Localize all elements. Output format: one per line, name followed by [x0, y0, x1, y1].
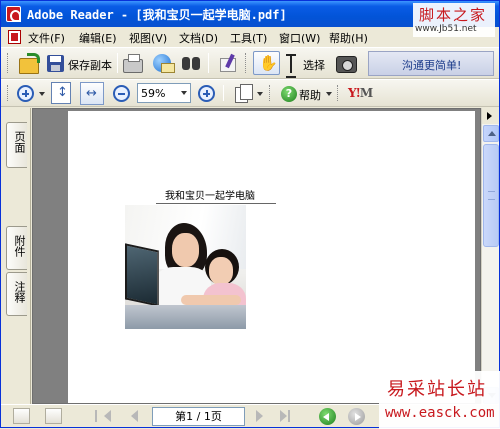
help-icon[interactable]: ? [281, 86, 297, 102]
navigation-pane: 页面 附件 注释 [1, 108, 31, 404]
menu-tools[interactable]: 工具(T) [230, 30, 267, 46]
toolbar-grip[interactable] [269, 85, 272, 101]
promo-banner[interactable]: 沟通更简单! [368, 51, 494, 76]
printer-icon[interactable] [123, 54, 143, 73]
last-page-icon[interactable] [280, 410, 290, 422]
zoom-value: 59% [141, 87, 166, 100]
watermark-bottom: 易采站长站 www.easck.com [379, 371, 500, 429]
tab-pages[interactable]: 页面 [6, 122, 27, 168]
text-select-icon[interactable] [285, 54, 297, 78]
tab-attachments[interactable]: 附件 [6, 226, 27, 270]
toolbar-grip[interactable] [337, 85, 340, 101]
floppy-disk-icon[interactable] [47, 55, 64, 72]
tab-comments[interactable]: 注释 [6, 272, 27, 316]
email-icon[interactable] [153, 54, 175, 73]
document-menu-icon[interactable] [8, 30, 21, 44]
menu-window[interactable]: 窗口(W) [279, 30, 320, 46]
watermark-top-url: www.Jb51.net [415, 24, 477, 34]
chevron-down-icon[interactable] [326, 92, 332, 96]
previous-page-icon[interactable] [131, 410, 138, 422]
mother-child-photo [125, 205, 246, 329]
first-page-icon[interactable] [95, 410, 111, 422]
hand-tool-icon[interactable] [253, 51, 280, 75]
zoom-out-icon[interactable] [113, 85, 130, 102]
chevron-down-icon[interactable] [178, 84, 190, 102]
zoom-in-tool-icon[interactable] [17, 85, 34, 102]
watermark-bottom-text: 易采站长站 [387, 379, 487, 400]
watermark-bottom-url: www.easck.com [385, 405, 495, 421]
binoculars-icon[interactable] [181, 55, 201, 71]
go-back-icon[interactable] [319, 408, 336, 425]
zoom-level-field[interactable]: 59% [137, 83, 191, 103]
window-title: Adobe Reader - [我和宝贝一起学电脑.pdf] [27, 8, 287, 22]
tab-pages-label: 页面 [13, 131, 26, 153]
zoom-in-icon[interactable] [198, 85, 215, 102]
scroll-up-icon[interactable] [483, 125, 499, 142]
menu-help[interactable]: 帮助(H) [329, 30, 368, 46]
page-layout-icon[interactable] [235, 84, 253, 104]
promo-label: 沟通更简单! [402, 59, 462, 72]
yahoo-messenger-icon[interactable]: Y!M [348, 86, 382, 104]
toolbar-grip[interactable] [245, 53, 248, 73]
heading-rule [156, 203, 276, 204]
file-toolbar: 保存副本 选择 沟通更简单! [1, 47, 499, 79]
watermark-top: 脚本之家 www.Jb51.net [413, 3, 495, 37]
document-viewport[interactable]: 我和宝贝一起学电脑 [32, 108, 481, 404]
vertical-scrollbar[interactable] [481, 108, 499, 404]
page-number-field[interactable]: 第1 / 1页 [152, 407, 245, 426]
view-toolbar: 59% ? 帮助 Y!M [1, 79, 499, 107]
toolbar-grip[interactable] [7, 53, 10, 73]
menu-file[interactable]: 文件(F) [28, 30, 65, 46]
fit-width-icon[interactable] [80, 82, 104, 105]
chevron-down-icon[interactable] [39, 92, 45, 96]
page-indicator: 第1 / 1页 [175, 410, 222, 423]
single-page-view-icon[interactable] [13, 408, 30, 424]
chevron-down-icon[interactable] [257, 92, 263, 96]
adobe-reader-window: Adobe Reader - [我和宝贝一起学电脑.pdf] 文件(F) 编辑(… [0, 0, 500, 429]
pdf-page[interactable]: 我和宝贝一起学电脑 [68, 111, 475, 403]
save-copy-button[interactable]: 保存副本 [68, 57, 112, 73]
pdf-heading: 我和宝贝一起学电脑 [165, 191, 255, 202]
fit-page-icon[interactable] [51, 82, 71, 104]
toolbar-grip[interactable] [7, 85, 10, 101]
menu-document[interactable]: 文档(D) [179, 30, 218, 46]
menu-view[interactable]: 视图(V) [129, 30, 167, 46]
scroll-thumb[interactable] [483, 144, 499, 247]
select-tool-button[interactable]: 选择 [303, 57, 325, 73]
toolbar-separator [208, 53, 209, 73]
continuous-view-icon[interactable] [45, 408, 62, 424]
open-folder-icon[interactable] [19, 53, 40, 74]
help-button[interactable]: 帮助 [299, 87, 321, 103]
go-forward-icon[interactable] [348, 408, 365, 425]
options-arrow-icon[interactable] [482, 108, 499, 124]
menu-edit[interactable]: 编辑(E) [79, 30, 117, 46]
watermark-top-text: 脚本之家 [419, 6, 488, 24]
toolbar-separator [117, 53, 118, 73]
toolbar-separator [223, 85, 224, 101]
adobe-reader-app-icon[interactable] [6, 6, 21, 22]
next-page-icon[interactable] [256, 410, 263, 422]
tab-comments-label: 注释 [13, 281, 26, 303]
camera-icon[interactable] [336, 56, 357, 73]
tab-attachments-label: 附件 [13, 235, 26, 257]
sign-icon[interactable] [219, 54, 237, 72]
